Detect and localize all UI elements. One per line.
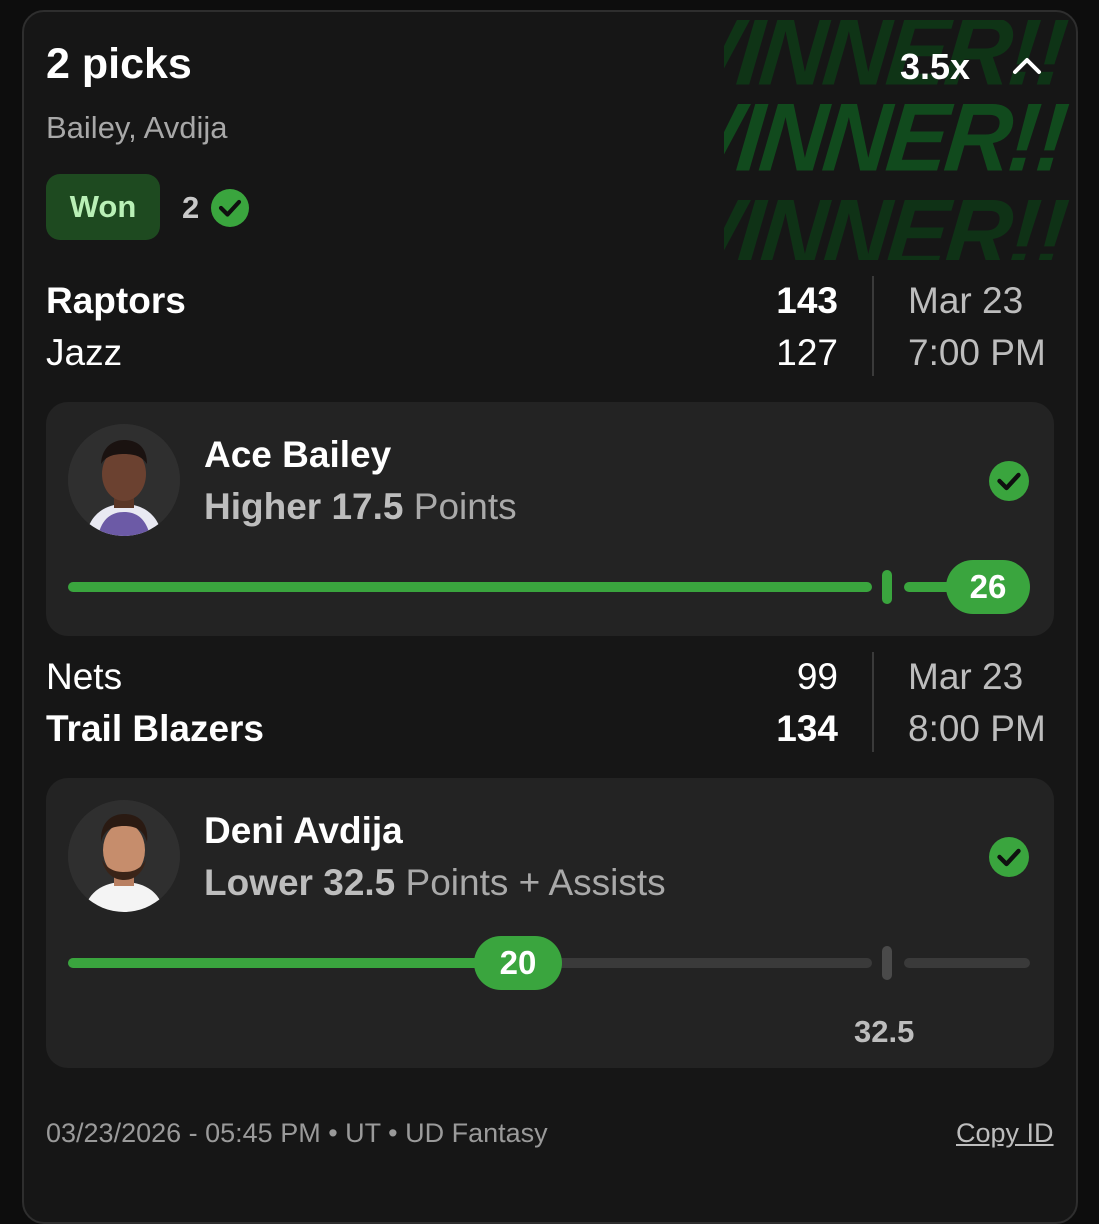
player-name: Deni Avdija bbox=[204, 810, 403, 851]
pick-line: Lower 32.5 Points + Assists bbox=[204, 862, 666, 904]
chevron-up-icon[interactable] bbox=[1010, 50, 1044, 80]
entry-meta: 03/23/2026 - 05:45 PM • UT • UD Fantasy bbox=[46, 1118, 548, 1148]
progress-track bbox=[904, 958, 1030, 968]
divider bbox=[872, 276, 874, 376]
player-photo bbox=[68, 800, 180, 912]
team-score: 99 bbox=[796, 656, 838, 697]
player-name: Ace Bailey bbox=[204, 434, 392, 475]
team-name: Raptors bbox=[46, 280, 186, 321]
status-badge: Won bbox=[46, 174, 160, 240]
check-circle-icon bbox=[989, 837, 1029, 877]
game-date: Mar 23 bbox=[908, 656, 1024, 697]
result-pill: 20 bbox=[474, 936, 562, 990]
player-avatar bbox=[68, 800, 180, 912]
line-marker bbox=[882, 946, 892, 980]
winner-text: WINNER!! bbox=[724, 84, 1070, 192]
pick-stat: Points + Assists bbox=[405, 862, 666, 903]
line-label: 32.5 bbox=[854, 1014, 915, 1049]
pick-value: 32.5 bbox=[323, 862, 396, 903]
pick-card[interactable]: Ace Bailey Higher 17.5 Points 26 bbox=[46, 402, 1054, 636]
game-row: Raptors 143 Jazz 127 Mar 23 7:00 PM bbox=[46, 276, 1056, 378]
pick-card[interactable]: Deni Avdija Lower 32.5 Points + Assists … bbox=[46, 778, 1054, 1068]
pick-direction: Lower bbox=[204, 862, 313, 903]
pick-line: Higher 17.5 Points bbox=[204, 486, 517, 528]
payout-multiplier: 3.5x bbox=[900, 46, 971, 87]
team-score: 127 bbox=[776, 332, 838, 373]
line-marker bbox=[882, 570, 892, 604]
winner-text: WINNER!! bbox=[724, 180, 1070, 260]
player-photo bbox=[68, 424, 180, 536]
team-name: Jazz bbox=[46, 332, 123, 373]
team-score: 143 bbox=[776, 280, 838, 321]
copy-id-link[interactable]: Copy ID bbox=[956, 1118, 1054, 1149]
entry-title: 2 picks bbox=[46, 40, 192, 88]
pick-stat: Points bbox=[413, 486, 517, 527]
divider bbox=[872, 652, 874, 752]
check-circle-icon bbox=[989, 461, 1029, 501]
check-circle-icon bbox=[211, 189, 249, 227]
game-time: 7:00 PM bbox=[908, 332, 1046, 373]
pick-value: 17.5 bbox=[331, 486, 404, 527]
game-date: Mar 23 bbox=[908, 280, 1024, 321]
correct-count: 2 bbox=[182, 190, 200, 225]
progress-fill bbox=[68, 958, 498, 968]
pick-direction: Higher bbox=[204, 486, 322, 527]
result-pill: 26 bbox=[946, 560, 1030, 614]
team-score: 134 bbox=[776, 708, 838, 749]
entry-players: Bailey, Avdija bbox=[46, 110, 228, 145]
entry-card: WINNER!! WINNER!! WINNER!! 2 picks Baile… bbox=[22, 10, 1078, 1224]
game-time: 8:00 PM bbox=[908, 708, 1046, 749]
team-name: Trail Blazers bbox=[46, 708, 265, 749]
player-avatar bbox=[68, 424, 180, 536]
team-name: Nets bbox=[46, 656, 123, 697]
game-row: Nets 99 Trail Blazers 134 Mar 23 8:00 PM bbox=[46, 652, 1056, 754]
progress-track bbox=[68, 582, 872, 592]
